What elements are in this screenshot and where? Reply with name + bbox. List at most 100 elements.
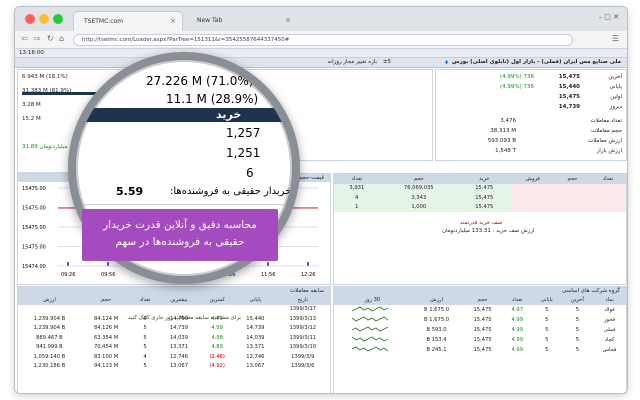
history-note[interactable]: برای مشاهده سابقه معاملات روز جاری کلیک … — [128, 315, 241, 321]
history-cell — [131, 305, 158, 315]
window-controls[interactable]: – ▢ ✕ — [599, 13, 619, 21]
history-cell: 83.100 M — [93, 353, 119, 360]
address-bar: ⇦ ⇨ ↻ ⌂ http://tsetmc.com/Loader.aspx?Pa… — [15, 31, 627, 49]
history-cell — [18, 305, 81, 315]
tab-title: TSETMC.com — [84, 18, 124, 25]
table-row[interactable]: فخاس 5 5 4.99 15,475 245.1 B — [334, 345, 626, 355]
table-row[interactable]: 889.467 B 63.354 M 5 14,039 4.98 14,039 1399/3… — [18, 333, 330, 343]
table-row[interactable]: 941.999 B 70.454 M 5 13,371 4.89 13,371 1399/3… — [18, 343, 330, 353]
symbol-title: ملی صنایع مس ایران (فملی) - بازار اول (ت… — [451, 59, 621, 65]
group-table: نماد آخرین پایانی تعداد حجم ارزش 30 روز فولاد 5… — [334, 295, 626, 355]
home-icon[interactable]: ⌂ — [59, 34, 64, 43]
trade-label: تعداد معاملات — [590, 118, 622, 124]
orderbook-header: حجم — [379, 174, 458, 184]
group-cell: 593.0 B — [426, 326, 447, 333]
close-icon[interactable]: × — [170, 17, 176, 25]
history-cell: 889.467 B — [36, 334, 63, 341]
table-row[interactable]: کچاد 5 5 4.99 15,475 153.4 B — [334, 335, 626, 345]
orderbook-cell — [554, 202, 590, 212]
history-cell: 1399/3/17 — [289, 306, 317, 313]
history-cell: 1399/3/9 — [291, 353, 315, 360]
table-row[interactable]: 1,059.140 B 83.100 M 4 12,746 (2.46) 12,746 13… — [18, 352, 330, 362]
table-row[interactable]: 1,230.186 B 94.123 M 5 13,067 (4.92) 13,067 13… — [18, 362, 330, 372]
history-cell: 1399/3/6 — [291, 363, 315, 370]
sparkline-line — [352, 346, 389, 351]
group-cell: 5 — [545, 326, 549, 333]
orderbook-cell: 15,475 — [457, 183, 511, 193]
group-cell: 4.97 — [511, 306, 524, 313]
sparkline-line — [352, 306, 389, 311]
group-cell: 4.99 — [511, 336, 524, 343]
url-input[interactable]: http://tsetmc.com/Loader.aspx?ParTree=15… — [73, 34, 573, 46]
group-header: تعداد — [502, 295, 532, 305]
price-range-label: بازه تغییر مجاز روزانه — [327, 59, 377, 65]
table-row[interactable]: 1399/3/17 — [18, 305, 330, 315]
history-cell: 4.89 — [211, 344, 223, 351]
close-icon[interactable]: × — [285, 16, 291, 24]
history-cell: 5 — [143, 325, 147, 332]
zoom-buyer-power-value: 5.59 — [116, 185, 144, 198]
trade-history-panel: سابقه معاملات ارزش حجم تعداد بیشترین کمترین پ… — [17, 286, 331, 393]
zoom-count-2: 1,251 — [226, 146, 261, 160]
sparkline-line — [352, 336, 389, 341]
orderbook-cell: 1,000 — [379, 202, 458, 212]
close-window-dot[interactable] — [25, 14, 35, 24]
history-cell — [81, 305, 132, 315]
reload-icon[interactable]: ↻ — [47, 34, 54, 43]
volume-bar — [267, 262, 269, 266]
tab-tsetmc[interactable]: TSETMC.com × — [73, 11, 183, 31]
orderbook-cell: 4 — [334, 193, 380, 203]
back-icon[interactable]: ⇦ — [21, 34, 28, 43]
summary-value: 15,475 — [558, 94, 580, 100]
history-cell: 70.454 M — [93, 344, 119, 351]
zoom-buy-real: 27.226 M (71.0%) — [146, 74, 254, 88]
queue-text: صف خرید قدرتمند — [460, 220, 503, 226]
group-cell: 4.99 — [511, 326, 524, 333]
zoom-count-3: 6 — [246, 166, 254, 180]
history-cell: 94.123 M — [93, 363, 119, 370]
trade-value: 1,548 T — [495, 148, 516, 154]
group-cell: 15,475 — [473, 306, 492, 313]
tab-newtab[interactable]: New Tab × — [187, 11, 297, 31]
table-row[interactable]: فخوز 5 5 4.99 15,475 1,675.0 B — [334, 315, 626, 325]
volume-bar — [107, 262, 109, 266]
orderbook-cell: 3,931 — [334, 183, 380, 193]
history-cell — [159, 305, 199, 315]
table-row[interactable]: 1,239.904 B 84.126 M 5 14,739 4.99 14,739 1399… — [18, 324, 330, 334]
group-header: حجم — [462, 295, 503, 305]
group-header: آخرین — [561, 295, 594, 305]
summary-label: دیروز — [609, 104, 622, 110]
orderbook-header: تعداد — [590, 174, 626, 184]
group-cell: 5 — [545, 336, 549, 343]
group-cell: 1,675.0 B — [424, 306, 450, 313]
orderbook-row: 4 3,343 15,475 — [334, 193, 626, 203]
history-cell: 84.124 M — [93, 315, 119, 322]
history-cell: 4.98 — [211, 334, 223, 341]
volume-bar — [307, 262, 309, 266]
y-tick-label: 15475.00 — [22, 206, 46, 212]
maximize-window-dot[interactable] — [53, 14, 63, 24]
history-cell: 14,739 — [169, 325, 189, 332]
orderbook-cell — [590, 202, 626, 212]
menu-icon[interactable]: ☰ — [612, 34, 619, 43]
history-header: حجم — [80, 295, 132, 305]
history-header: بیشترین — [158, 295, 200, 305]
table-row[interactable]: فولاد 5 5 4.97 15,475 1,675.0 B — [334, 305, 626, 315]
table-row[interactable]: فملی 5 5 4.99 15,475 593.0 B — [334, 325, 626, 335]
history-cell: 4 — [143, 353, 147, 360]
client-value: میلیاردتومان 31.89 — [22, 144, 68, 150]
history-cell: 12,746 — [246, 353, 265, 360]
orderbook-cell — [590, 183, 626, 193]
group-cell: 15,475 — [473, 316, 492, 323]
history-cell: 1399/3/11 — [289, 334, 317, 341]
history-table: ارزش حجم تعداد بیشترین کمترین پایانی تاریخ 139… — [18, 295, 330, 371]
minimize-window-dot[interactable] — [39, 14, 49, 24]
top-strip: 13:18:00 — [15, 49, 627, 58]
x-tick-label: 11:56 — [261, 272, 275, 278]
forward-icon[interactable]: ⇨ — [34, 34, 41, 43]
history-header: کمترین — [199, 295, 236, 305]
trade-label: ارزش معاملات — [588, 138, 622, 144]
orderbook-panel: تعداد حجم خرید فروش حجم تعداد 3,931 76,069,035… — [333, 173, 627, 285]
history-cell — [199, 305, 235, 315]
history-cell: 15,440 — [246, 315, 265, 322]
